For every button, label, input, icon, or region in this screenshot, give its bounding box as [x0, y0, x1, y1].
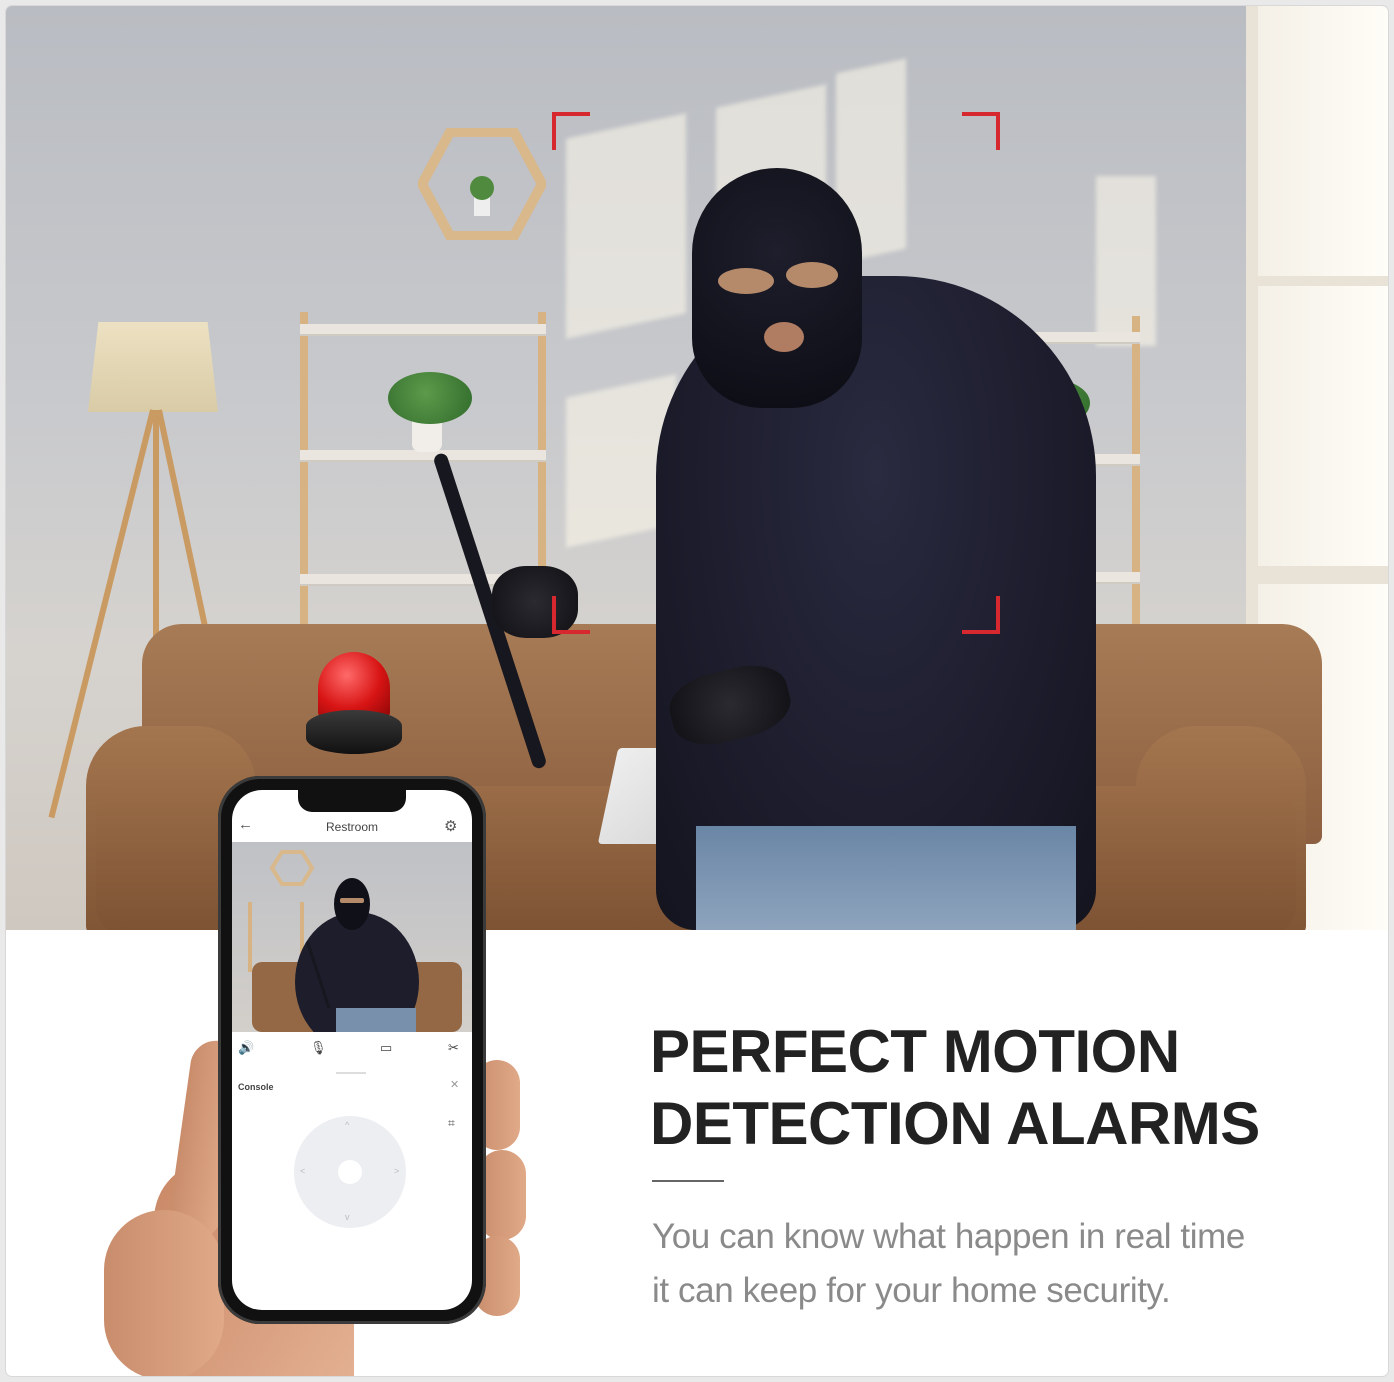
console-label: Console: [238, 1082, 274, 1092]
hexagon-shelf: [418, 128, 546, 240]
live-camera-feed: [232, 842, 472, 1032]
headline-line-1: PERFECT MOTION: [650, 1018, 1180, 1085]
app-screen: ← Restroom ⚙ 🔊 🎙 ▭ ✂ Console ✕ ⌗ ^ < > v: [232, 790, 472, 1310]
close-icon[interactable]: ✕: [450, 1078, 459, 1091]
alarm-siren-icon: [306, 652, 402, 762]
record-icon[interactable]: ▭: [380, 1040, 392, 1056]
screenshot-icon[interactable]: ⌗: [448, 1116, 455, 1131]
focus-bracket-bottom-left: [552, 596, 590, 634]
focus-bracket-top-right: [962, 112, 1000, 150]
console-drag-handle[interactable]: [336, 1072, 366, 1074]
up-arrow-icon[interactable]: ^: [345, 1120, 349, 1130]
description: You can know what happen in real time it…: [652, 1210, 1352, 1318]
camera-name: Restroom: [325, 820, 378, 834]
headline: PERFECT MOTION DETECTION ALARMS: [650, 1016, 1350, 1160]
dpad-center-button[interactable]: [338, 1160, 362, 1184]
headline-line-2: DETECTION ALARMS: [650, 1090, 1260, 1157]
camera-controls: 🔊 🎙 ▭ ✂: [232, 1040, 472, 1064]
speaker-icon[interactable]: 🔊: [238, 1040, 254, 1056]
living-room-photo: [6, 6, 1388, 930]
ptz-direction-pad[interactable]: ^ < > v: [294, 1116, 406, 1228]
balaclava: [692, 168, 862, 408]
floor-lamp: [88, 322, 218, 412]
scissors-icon[interactable]: ✂: [448, 1040, 459, 1056]
phone-notch: [298, 790, 406, 812]
product-banner: PERFECT MOTION DETECTION ALARMS You can …: [6, 6, 1388, 1376]
focus-bracket-bottom-right: [962, 596, 1000, 634]
left-arrow-icon[interactable]: <: [300, 1166, 305, 1176]
down-arrow-icon[interactable]: v: [345, 1212, 350, 1222]
gear-icon[interactable]: ⚙: [444, 817, 457, 835]
right-arrow-icon[interactable]: >: [394, 1166, 399, 1176]
app-header: ← Restroom ⚙: [232, 814, 472, 842]
smartphone: ← Restroom ⚙ 🔊 🎙 ▭ ✂ Console ✕ ⌗ ^ < > v: [218, 776, 486, 1324]
focus-bracket-top-left: [552, 112, 590, 150]
description-line-2: it can keep for your home security.: [652, 1271, 1171, 1310]
divider: [652, 1180, 724, 1182]
description-line-1: You can know what happen in real time: [652, 1217, 1245, 1256]
microphone-icon[interactable]: 🎙: [310, 1040, 327, 1056]
